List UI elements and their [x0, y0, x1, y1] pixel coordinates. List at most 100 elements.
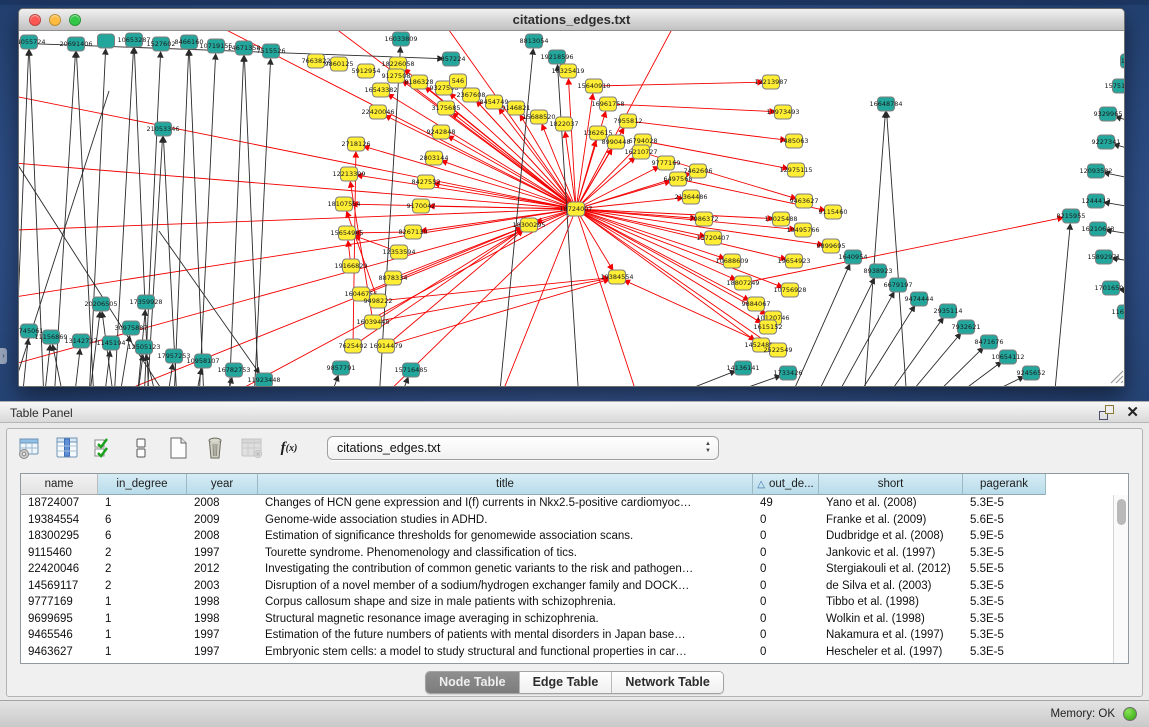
- table-cell[interactable]: Tourette syndrome. Phenomenology and cla…: [258, 545, 753, 562]
- table-cell[interactable]: 5.3E-5: [963, 578, 1046, 595]
- table-cell[interactable]: 5.3E-5: [963, 545, 1046, 562]
- table-cell[interactable]: 1998: [187, 594, 258, 611]
- delete-trash-icon[interactable]: [202, 435, 228, 461]
- table-cell[interactable]: 6: [98, 528, 187, 545]
- table-cell[interactable]: Embryonic stem cells: a model to study s…: [258, 644, 753, 661]
- table-cell[interactable]: 5.5E-5: [963, 561, 1046, 578]
- table-cell[interactable]: 1: [98, 611, 187, 628]
- tab-edge-table[interactable]: Edge Table: [520, 672, 613, 693]
- table-row[interactable]: 969969511998Structural magnetic resonanc…: [21, 611, 1128, 628]
- table-row[interactable]: 1456911722003Disruption of a novel membe…: [21, 578, 1128, 595]
- float-window-icon[interactable]: [1099, 405, 1114, 420]
- table-cell[interactable]: 0: [753, 528, 819, 545]
- table-cell[interactable]: Hescheler et al. (1997): [819, 644, 963, 661]
- tab-network-table[interactable]: Network Table: [612, 672, 723, 693]
- table-cell[interactable]: 5.3E-5: [963, 627, 1046, 644]
- table-cell[interactable]: Genome-wide association studies in ADHD.: [258, 512, 753, 529]
- table-cell[interactable]: 0: [753, 644, 819, 661]
- table-cell[interactable]: 0: [753, 512, 819, 529]
- table-cell[interactable]: Structural magnetic resonance image aver…: [258, 611, 753, 628]
- table-cell[interactable]: 0: [753, 627, 819, 644]
- graph-nodes[interactable]: 2405572420691406106532871527602846616010…: [19, 32, 1125, 387]
- table-cell[interactable]: 5.3E-5: [963, 611, 1046, 628]
- new-table-icon[interactable]: [165, 435, 191, 461]
- table-row[interactable]: 946554611997Estimation of the future num…: [21, 627, 1128, 644]
- vertical-scrollbar[interactable]: [1113, 495, 1128, 663]
- table-cell[interactable]: Stergiakouli et al. (2012): [819, 561, 963, 578]
- table-row[interactable]: 1830029562008Estimation of significance …: [21, 528, 1128, 545]
- table-cell[interactable]: 1: [98, 495, 187, 512]
- table-cell[interactable]: Tibbo et al. (1998): [819, 594, 963, 611]
- table-cell[interactable]: 2008: [187, 528, 258, 545]
- table-cell[interactable]: Dudbridge et al. (2008): [819, 528, 963, 545]
- column-header-in_degree[interactable]: in_degree: [98, 474, 187, 495]
- column-header-out_de[interactable]: △out_de...: [753, 474, 819, 495]
- table-cell[interactable]: Disruption of a novel member of a sodium…: [258, 578, 753, 595]
- table-cell[interactable]: 2003: [187, 578, 258, 595]
- table-cell[interactable]: 6: [98, 512, 187, 529]
- table-cell[interactable]: 5.3E-5: [963, 495, 1046, 512]
- table-cell[interactable]: 5.3E-5: [963, 644, 1046, 661]
- table-cell[interactable]: 18724007: [21, 495, 98, 512]
- table-cell[interactable]: 14569117: [21, 578, 98, 595]
- table-cell[interactable]: Estimation of the future numbers of pati…: [258, 627, 753, 644]
- table-cell[interactable]: Jankovic et al. (1997): [819, 545, 963, 562]
- table-cell[interactable]: 2: [98, 545, 187, 562]
- table-cell[interactable]: Wolkin et al. (1998): [819, 611, 963, 628]
- table-row[interactable]: 977716911998Corpus callosum shape and si…: [21, 594, 1128, 611]
- column-header-name[interactable]: name: [21, 474, 98, 495]
- table-cell[interactable]: 5.9E-5: [963, 528, 1046, 545]
- column-header-short[interactable]: short: [819, 474, 963, 495]
- function-builder-icon[interactable]: f(x): [276, 435, 302, 461]
- table-cell[interactable]: Yano et al. (2008): [819, 495, 963, 512]
- table-row[interactable]: 1872400712008Changes of HCN gene express…: [21, 495, 1128, 512]
- graph-node[interactable]: [98, 34, 115, 48]
- table-cell[interactable]: 2009: [187, 512, 258, 529]
- table-cell[interactable]: Investigating the contribution of common…: [258, 561, 753, 578]
- column-header-title[interactable]: title: [258, 474, 753, 495]
- column-visibility-icon[interactable]: [54, 435, 80, 461]
- tab-node-table[interactable]: Node Table: [426, 672, 519, 693]
- table-selector-dropdown[interactable]: citations_edges.txt ▲▼: [327, 436, 719, 460]
- table-cell[interactable]: Corpus callosum shape and size in male p…: [258, 594, 753, 611]
- table-cell[interactable]: 1: [98, 594, 187, 611]
- table-cell[interactable]: 1998: [187, 611, 258, 628]
- table-cell[interactable]: Nakamura et al. (1997): [819, 627, 963, 644]
- table-cell[interactable]: 9777169: [21, 594, 98, 611]
- table-cell[interactable]: 0: [753, 578, 819, 595]
- table-cell[interactable]: 0: [753, 545, 819, 562]
- table-cell[interactable]: Changes of HCN gene expression and I(f) …: [258, 495, 753, 512]
- table-cell[interactable]: Estimation of significance thresholds fo…: [258, 528, 753, 545]
- table-cell[interactable]: 18300295: [21, 528, 98, 545]
- table-row[interactable]: 1938455462009Genome-wide association stu…: [21, 512, 1128, 529]
- table-row[interactable]: 946362711997Embryonic stem cells: a mode…: [21, 644, 1128, 661]
- table-cell[interactable]: 1: [98, 627, 187, 644]
- row-options-icon[interactable]: [128, 435, 154, 461]
- network-window-titlebar[interactable]: citations_edges.txt: [19, 9, 1124, 31]
- table-cell[interactable]: de Silva et al. (2003): [819, 578, 963, 595]
- table-row[interactable]: 911546021997Tourette syndrome. Phenomeno…: [21, 545, 1128, 562]
- table-cell[interactable]: 2012: [187, 561, 258, 578]
- table-cell[interactable]: 1997: [187, 627, 258, 644]
- table-cell[interactable]: 1997: [187, 644, 258, 661]
- table-row[interactable]: 2242004622012Investigating the contribut…: [21, 561, 1128, 578]
- table-cell[interactable]: 9115460: [21, 545, 98, 562]
- panel-collapse-handle[interactable]: ›: [0, 348, 7, 364]
- table-cell[interactable]: 0: [753, 611, 819, 628]
- table-cell[interactable]: 0: [753, 561, 819, 578]
- table-cell[interactable]: 2: [98, 578, 187, 595]
- column-header-year[interactable]: year: [187, 474, 258, 495]
- table-cell[interactable]: Franke et al. (2009): [819, 512, 963, 529]
- table-cell[interactable]: 9699695: [21, 611, 98, 628]
- table-settings-icon[interactable]: [17, 435, 43, 461]
- table-cell[interactable]: 22420046: [21, 561, 98, 578]
- table-cell[interactable]: 5.3E-5: [963, 594, 1046, 611]
- network-canvas[interactable]: 2405572420691406106532871527602846616010…: [19, 31, 1125, 387]
- column-header-pagerank[interactable]: pagerank: [963, 474, 1046, 495]
- table-cell[interactable]: 5.6E-5: [963, 512, 1046, 529]
- table-cell[interactable]: 1: [98, 644, 187, 661]
- network-window[interactable]: citations_edges.txt 24055724206914061065…: [18, 8, 1125, 387]
- scrollbar-thumb[interactable]: [1117, 499, 1126, 525]
- table-cell[interactable]: 1997: [187, 545, 258, 562]
- table-cell[interactable]: 49: [753, 495, 819, 512]
